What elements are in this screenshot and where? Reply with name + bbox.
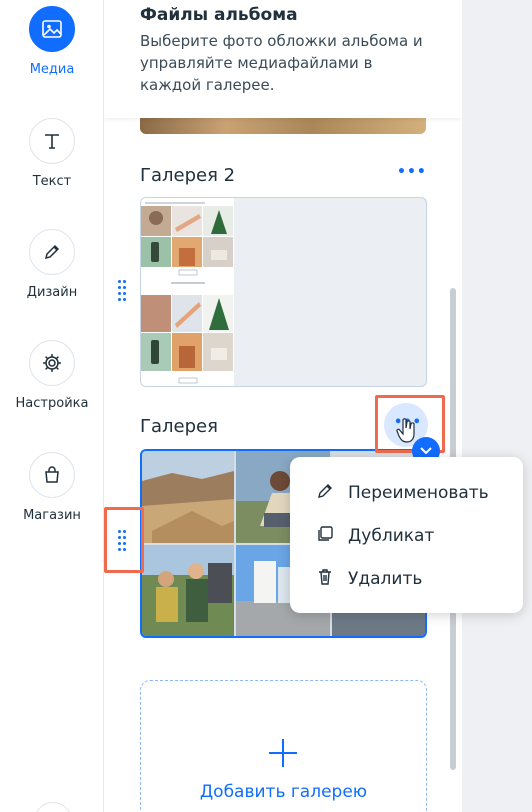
sidebar-item-media[interactable]: Медиа [0,6,104,77]
more-options-button[interactable]: ••• [397,164,427,180]
gallery-preview-image [141,198,234,386]
menu-item-label: Удалить [348,569,423,589]
add-gallery-label[interactable]: Добавить галерею [140,782,427,802]
hand-cursor-icon [396,418,418,448]
pencil-icon [316,482,334,504]
context-menu: Переименовать Дубликат Удалить [290,457,523,613]
image-icon [29,6,75,52]
trash-icon [316,568,334,590]
previous-gallery-thumbnail[interactable] [140,118,426,134]
sidebar-item-text[interactable]: Текст [0,118,104,189]
gallery-title: Галерея [140,416,218,437]
sidebar-item-design[interactable]: Дизайн [0,229,104,300]
menu-item-label: Дубликат [348,526,435,546]
plus-icon [267,737,299,769]
sidebar-item-label: Дизайн [26,285,78,300]
sidebar-item-settings[interactable]: Настройка [0,340,104,411]
gallery-title: Галерея 2 [140,165,236,186]
left-sidebar: Медиа Текст Дизайн Настройка Магазин [0,0,104,812]
rename-menu-item[interactable]: Переименовать [290,473,523,513]
menu-item-label: Переименовать [348,483,489,503]
canvas-background [462,0,532,812]
sidebar-item-label: Настройка [15,396,89,411]
shopping-bag-icon [29,452,75,498]
gallery-card[interactable] [140,197,427,387]
sidebar-item-store[interactable]: Магазин [0,452,104,523]
duplicate-icon [316,525,334,547]
panel-description: Выберите фото обложки альбома и управляй… [140,32,423,94]
text-icon [29,118,75,164]
panel-header: Файлы альбома Выберите фото обложки альб… [104,0,462,118]
page-title: Файлы альбома [140,5,298,25]
sidebar-item-label: Магазин [23,508,81,523]
sidebar-item-label: Текст [32,174,72,189]
delete-menu-item[interactable]: Удалить [290,559,523,599]
gear-icon [29,340,75,386]
duplicate-menu-item[interactable]: Дубликат [290,516,523,556]
sidebar-item-more[interactable] [34,802,72,812]
drag-handle-icon[interactable] [118,280,128,302]
pencil-icon [29,229,75,275]
drag-handle-icon[interactable] [118,530,128,552]
sidebar-item-label: Медиа [29,62,75,77]
